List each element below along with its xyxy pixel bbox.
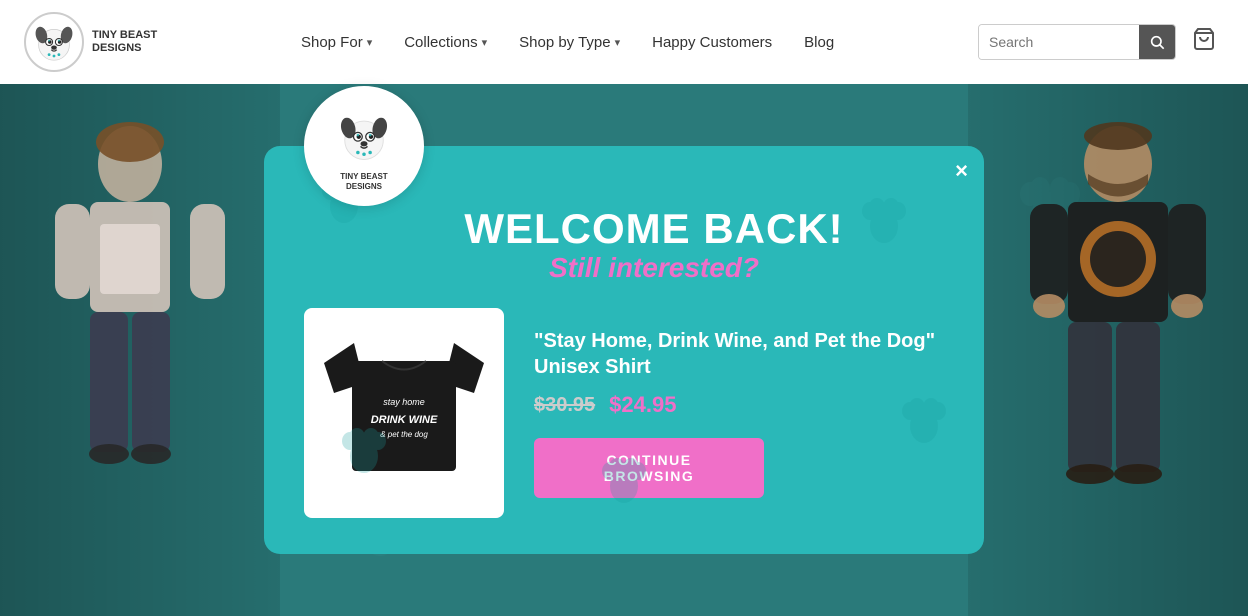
chevron-down-icon: ▾	[615, 36, 621, 49]
product-image: stay home DRINK WINE & pet the dog	[324, 333, 484, 493]
search-box	[978, 24, 1176, 60]
search-input[interactable]	[979, 25, 1139, 59]
price-row: $30.95 $24.95	[534, 392, 944, 418]
search-button[interactable]	[1139, 24, 1175, 60]
modal: Tiny Beast Designs × WELCOME BACK! Still…	[264, 146, 984, 554]
nav-blog[interactable]: Blog	[790, 26, 848, 59]
logo-circle	[24, 12, 84, 72]
modal-logo-text: Tiny Beast Designs	[340, 172, 387, 193]
price-original: $30.95	[534, 394, 595, 417]
modal-overlay: Tiny Beast Designs × WELCOME BACK! Still…	[0, 84, 1248, 616]
header: Tiny Beast Designs Shop For ▾ Collection…	[0, 0, 1248, 84]
price-sale: $24.95	[609, 392, 676, 418]
continue-browsing-button[interactable]: CONTINUE BROWSING	[534, 438, 764, 498]
logo-text: Tiny Beast Designs	[92, 29, 157, 55]
svg-text:& pet the dog: & pet the dog	[380, 430, 428, 439]
svg-text:stay home: stay home	[383, 397, 425, 407]
modal-logo: Tiny Beast Designs	[304, 86, 424, 206]
product-info: "Stay Home, Drink Wine, and Pet the Dog"…	[534, 328, 944, 498]
main-nav: Shop For ▾ Collections ▾ Shop by Type ▾ …	[287, 26, 848, 59]
chevron-down-icon: ▾	[367, 36, 373, 49]
modal-subtitle: Still interested?	[464, 252, 843, 284]
modal-title: WELCOME BACK!	[464, 206, 843, 252]
modal-body: stay home DRINK WINE & pet the dog "Stay…	[304, 308, 944, 518]
chevron-down-icon: ▾	[482, 36, 488, 49]
modal-header: WELCOME BACK! Still interested?	[404, 206, 843, 284]
header-actions	[978, 23, 1224, 61]
product-image-box: stay home DRINK WINE & pet the dog	[304, 308, 504, 518]
nav-shop-by-type[interactable]: Shop by Type ▾	[505, 26, 634, 59]
nav-happy-customers[interactable]: Happy Customers	[638, 26, 786, 59]
nav-shop-for[interactable]: Shop For ▾	[287, 26, 386, 59]
svg-text:DRINK WINE: DRINK WINE	[371, 414, 438, 426]
logo[interactable]: Tiny Beast Designs	[24, 12, 157, 72]
modal-close-button[interactable]: ×	[955, 160, 968, 182]
nav-collections[interactable]: Collections ▾	[390, 26, 501, 59]
product-name: "Stay Home, Drink Wine, and Pet the Dog"…	[534, 328, 944, 380]
cart-button[interactable]	[1184, 23, 1224, 61]
